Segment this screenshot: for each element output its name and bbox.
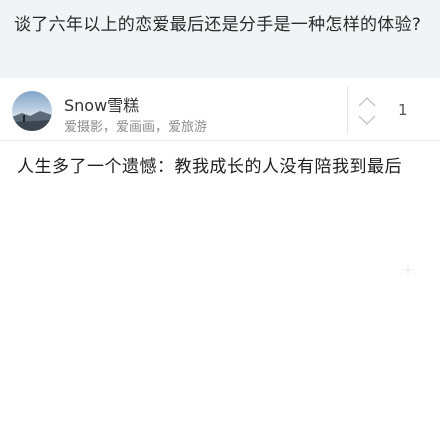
vote-count: 1 [398, 101, 408, 119]
divider [0, 140, 440, 141]
author-row: Snow雪糕 爱摄影，爱画画，爱旅游 1 [0, 78, 440, 140]
question-header: 谈了六年以上的恋爱最后还是分手是一种怎样的体验? [0, 0, 440, 78]
vote-divider [347, 86, 348, 134]
avatar-landscape-icon [12, 91, 52, 131]
author-bio: 爱摄影，爱画画，爱旅游 [64, 120, 208, 135]
vote-up-down-icon[interactable] [356, 94, 378, 128]
author-name[interactable]: Snow雪糕 [64, 92, 139, 116]
sparkle-icon [401, 262, 415, 277]
question-title[interactable]: 谈了六年以上的恋爱最后还是分手是一种怎样的体验? [14, 13, 426, 38]
author-avatar[interactable] [12, 91, 52, 131]
answer-body: 人生多了一个遗憾：教我成长的人没有陪我到最后 [17, 157, 402, 177]
